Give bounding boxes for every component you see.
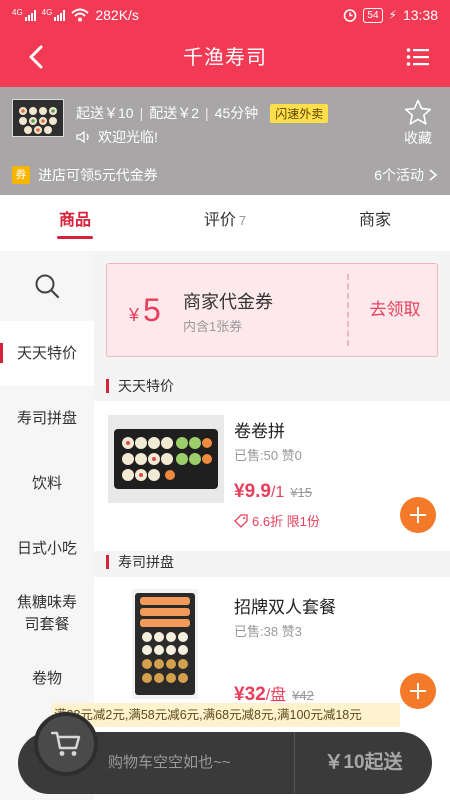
favorite-button[interactable]: 收藏 [400, 99, 436, 148]
sidebar-item-label: 日式小吃 [16, 539, 77, 557]
original-price: ¥15 [290, 485, 313, 500]
network-speed: 282K/s [95, 7, 139, 23]
shop-delivery-info: 起送￥10 | 配送￥2 | 45分钟 闪速外卖 [76, 103, 329, 123]
product-discount: 6.6折 限1份 [234, 511, 320, 530]
sidebar-item-japanese-snacks[interactable]: 日式小吃 [0, 516, 94, 581]
charging-icon: ⚡ [388, 8, 397, 22]
product-sales: 已售:50 赞0 [234, 448, 302, 463]
sidebar-item-label: 寿司拼盘 [16, 409, 77, 427]
original-price: ¥42 [292, 688, 314, 703]
alarm-icon [344, 9, 357, 22]
voucher-divider [347, 274, 349, 346]
voucher-amount: ¥5 [129, 292, 161, 329]
search-icon [35, 274, 60, 299]
product-sales: 已售:38 赞3 [234, 624, 302, 639]
separator: | [139, 105, 144, 121]
favorite-label: 收藏 [404, 130, 432, 146]
tab-products[interactable]: 商品 [0, 195, 150, 247]
sidebar-item-drinks[interactable]: 饮料 [0, 451, 94, 516]
sidebar-item-daily-special[interactable]: 天天特价 [0, 321, 94, 386]
cart-button[interactable] [34, 712, 98, 776]
add-to-cart-button[interactable] [400, 673, 436, 709]
tab-reviews[interactable]: 评价 7 [150, 195, 300, 247]
sidebar-item-label: 焦糖味寿司套餐 [16, 593, 77, 633]
product-image [132, 589, 198, 699]
voucher-currency: ¥ [129, 305, 140, 325]
shop-logo [12, 99, 64, 137]
nav-bar: 千渔寿司 [0, 30, 450, 87]
list-menu-icon[interactable] [406, 46, 430, 68]
sidebar-item-label: 天天特价 [16, 344, 77, 362]
delivery-time: 45分钟 [214, 105, 259, 121]
network-type-2: 4G [41, 8, 53, 17]
add-to-cart-button[interactable] [400, 497, 436, 533]
speaker-icon [76, 130, 89, 144]
battery-level: 54 [363, 7, 383, 23]
network-type: 4G [12, 8, 23, 17]
cart-empty-text: 购物车空空如也~~ [108, 754, 231, 771]
flash-delivery-tag: 闪速外卖 [270, 103, 329, 123]
status-left: 4G 4G 282K/s [12, 7, 139, 23]
activities-link[interactable]: 6个活动 [374, 165, 438, 185]
section-header-sushi-platter: 寿司拼盘 [94, 547, 450, 577]
tab-reviews-label: 评价 [203, 212, 236, 229]
page-title: 千渔寿司 [183, 47, 267, 69]
section-title: 寿司拼盘 [118, 554, 174, 570]
product-card[interactable]: 卷卷拼 已售:50 赞0 ¥9.9/1 ¥15 6.6折 限1份 [94, 401, 450, 551]
section-title: 天天特价 [118, 378, 174, 394]
discount-tiers: 满38元减2元,满58元减6元,满68元减8元,满100元减18元 [52, 703, 400, 727]
shop-announcement: 欢迎光临! [76, 127, 158, 147]
price-unit: /1 [270, 484, 285, 501]
sidebar-item-label: 卷物 [31, 669, 62, 687]
separator: | [205, 105, 209, 121]
product-price: ¥9.9/1 ¥15 [234, 481, 312, 503]
shopping-cart-icon [51, 731, 81, 756]
tab-products-label: 商品 [58, 212, 91, 229]
signal-icon: 4G [12, 9, 36, 21]
shop-header: 起送￥10 | 配送￥2 | 45分钟 闪速外卖 欢迎光临! 收藏 券 进店可领… [0, 87, 450, 195]
discount-text: 6.6折 限1份 [252, 514, 320, 529]
search-button[interactable] [0, 251, 94, 321]
sidebar-item-rolls[interactable]: 卷物 [0, 646, 94, 711]
delivery-fee: 配送￥2 [149, 105, 200, 121]
tag-icon [234, 513, 248, 528]
status-right: 54 ⚡ 13:38 [343, 7, 438, 23]
price-value: ¥32 [234, 684, 266, 705]
checkout-min-label[interactable]: ￥10起送 [295, 732, 432, 794]
activities-count: 6个活动 [374, 167, 424, 183]
promo-text: 进店可领5元代金券 [38, 167, 158, 183]
chevron-right-icon [429, 169, 438, 181]
wifi-icon [71, 8, 90, 22]
price-value: ¥9.9 [234, 481, 271, 502]
claim-voucher-button[interactable]: 去领取 [351, 264, 439, 356]
tab-merchant[interactable]: 商家 [300, 195, 450, 247]
status-bar: 4G 4G 282K/s 54 ⚡ 13:38 [0, 0, 450, 30]
tab-bar: 商品 评价 7 商家 [0, 195, 450, 247]
voucher-title: 商家代金券 [183, 292, 273, 312]
tab-merchant-label: 商家 [358, 212, 391, 229]
price-unit: /盘 [265, 687, 287, 704]
voucher-value: 5 [143, 292, 161, 328]
status-time: 13:38 [402, 7, 438, 23]
section-header-daily-special: 天天特价 [94, 371, 450, 401]
voucher-subtitle: 内含1张券 [183, 319, 243, 334]
merchant-voucher: ¥5 商家代金券 内含1张券 去领取 [106, 263, 438, 357]
sidebar-item-caramel-sushi-set[interactable]: 焦糖味寿司套餐 [0, 581, 94, 646]
min-order: 起送￥10 [76, 105, 134, 121]
welcome-text: 欢迎光临! [98, 129, 158, 145]
sidebar-item-sushi-platter[interactable]: 寿司拼盘 [0, 386, 94, 451]
star-icon [404, 99, 432, 125]
signal-icon-2: 4G [42, 9, 66, 21]
product-name: 招牌双人套餐 [234, 598, 336, 617]
sidebar-item-label: 饮料 [31, 474, 62, 492]
product-image [108, 415, 224, 503]
coupon-badge: 券 [12, 166, 30, 184]
review-count: 7 [238, 213, 247, 228]
product-name: 卷卷拼 [234, 422, 285, 441]
promo-row[interactable]: 券 进店可领5元代金券 6个活动 [0, 163, 450, 187]
